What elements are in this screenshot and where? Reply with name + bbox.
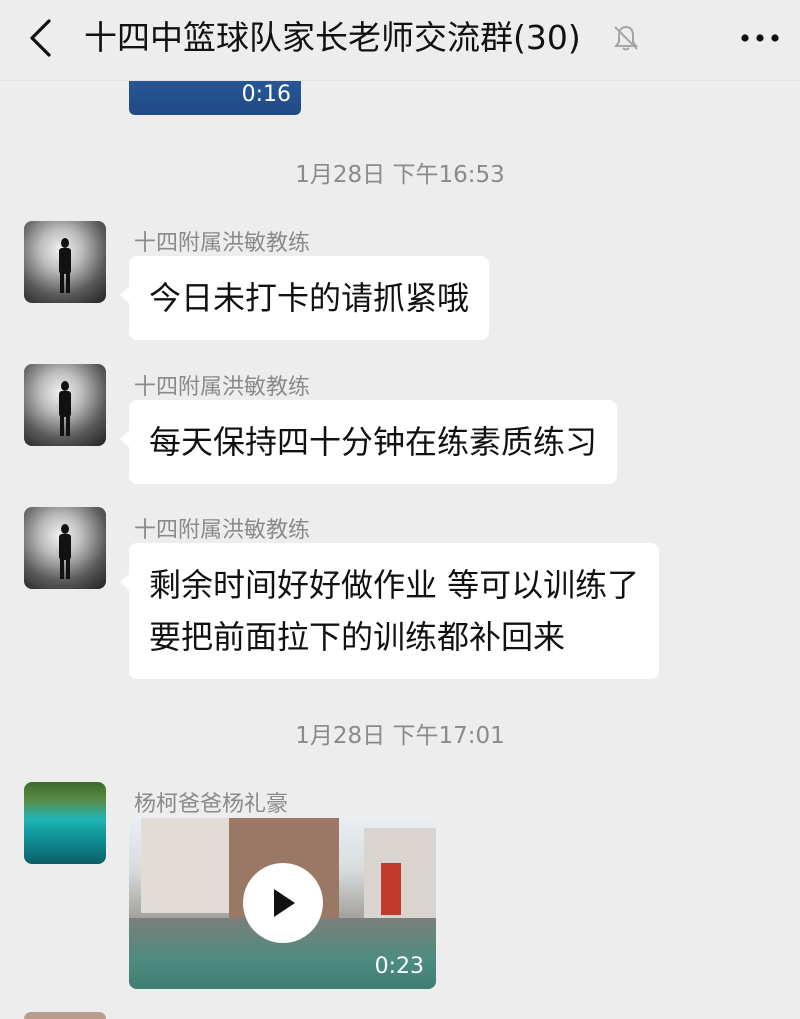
play-button[interactable] (243, 863, 323, 943)
play-icon (274, 889, 295, 917)
message-timestamp: 1月28日 下午16:53 (295, 162, 505, 188)
message-text: 每天保持四十分钟在练素质练习 (149, 423, 598, 461)
person-silhouette-icon (59, 524, 71, 579)
message-text: 今日未打卡的请抓紧哦 (149, 279, 470, 317)
sender-name: 十四附属洪敏教练 (134, 231, 311, 256)
avatar[interactable] (24, 364, 106, 446)
person-silhouette-icon (59, 381, 71, 436)
more-button[interactable] (734, 20, 786, 56)
sender-name: 十四附属洪敏教练 (134, 375, 311, 400)
video-thumbnail-door (381, 863, 401, 915)
chevron-left-icon (30, 19, 51, 57)
avatar[interactable] (24, 507, 106, 589)
message-text-line: 要把前面拉下的训练都补回来 (149, 618, 566, 656)
message-text-line: 剩余时间好好做作业 等可以训练了 (149, 566, 640, 604)
sender-name: 十四附属洪敏教练 (134, 518, 311, 543)
message-bubble[interactable]: 每天保持四十分钟在练素质练习 (119, 400, 618, 484)
video-duration: 0:23 (374, 954, 424, 979)
avatar[interactable] (24, 782, 106, 864)
chat-header: 十四中篮球队家长老师交流群(30) (0, 0, 800, 81)
video-message[interactable]: 0:23 (129, 818, 436, 989)
chat-title: 十四中篮球队家长老师交流群(30) (84, 18, 581, 57)
message-bubble[interactable]: 剩余时间好好做作业 等可以训练了 要把前面拉下的训练都补回来 (119, 543, 660, 679)
more-dots-icon (741, 34, 779, 42)
avatar[interactable] (24, 1012, 106, 1019)
message-bubble[interactable]: 今日未打卡的请抓紧哦 (119, 256, 490, 340)
avatar[interactable] (24, 221, 106, 303)
sender-name: 杨柯爸爸杨礼豪 (134, 792, 289, 817)
back-button[interactable] (18, 14, 62, 62)
person-silhouette-icon (59, 238, 71, 293)
video-duration: 0:16 (241, 82, 291, 107)
message-timestamp: 1月28日 下午17:01 (295, 723, 505, 749)
video-thumbnail-building (141, 818, 231, 913)
bell-muted-icon (614, 25, 638, 51)
